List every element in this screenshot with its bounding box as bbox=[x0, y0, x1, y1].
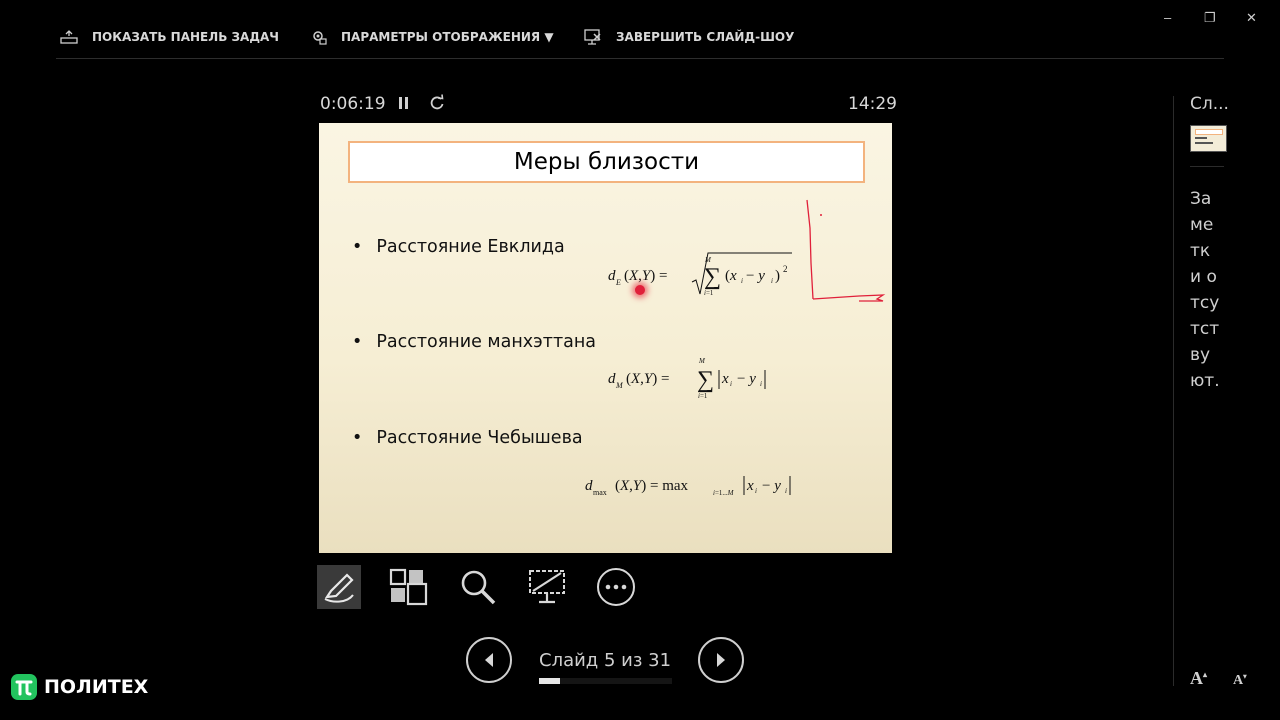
svg-text:∑: ∑ bbox=[697, 367, 714, 393]
svg-text:x: x bbox=[721, 371, 729, 387]
pause-timer-button[interactable] bbox=[397, 95, 411, 116]
svg-text:d: d bbox=[608, 268, 616, 284]
decrease-font-button[interactable]: A▾ bbox=[1233, 672, 1247, 689]
svg-text:E: E bbox=[615, 278, 621, 287]
svg-text:i=1: i=1 bbox=[704, 289, 714, 297]
svg-text:i=1...M: i=1...M bbox=[713, 489, 735, 497]
svg-text:i: i bbox=[785, 487, 787, 495]
svg-text:− y: − y bbox=[762, 478, 781, 494]
svg-text:M: M bbox=[615, 381, 624, 390]
next-slide-thumbnail[interactable] bbox=[1190, 125, 1227, 152]
pen-tool-button[interactable] bbox=[317, 565, 361, 609]
svg-text:i: i bbox=[755, 487, 757, 495]
chebyshev-formula: d max (X,Y) = max i=1...M x i − y i bbox=[585, 476, 791, 497]
svg-text:i: i bbox=[730, 380, 732, 388]
arrow-left-icon bbox=[485, 653, 493, 667]
font-increase-icon: A▴ bbox=[1190, 668, 1208, 688]
end-slideshow-label: ЗАВЕРШИТЬ СЛАЙД-ШОУ bbox=[616, 30, 795, 44]
current-slide[interactable]: Меры близости Расстояние Евклида Расстоя… bbox=[319, 123, 892, 553]
svg-text:i=1: i=1 bbox=[698, 392, 708, 400]
svg-text:): ) bbox=[775, 268, 780, 284]
svg-text:M: M bbox=[704, 256, 712, 264]
restore-button[interactable]: ❐ bbox=[1204, 10, 1216, 26]
slide-title: Меры близости bbox=[348, 141, 865, 183]
laser-pointer bbox=[635, 285, 645, 295]
bullet-manhattan: Расстояние манхэттана bbox=[352, 332, 596, 352]
restart-timer-button[interactable] bbox=[428, 94, 446, 117]
panel-divider bbox=[1173, 96, 1174, 686]
display-settings-icon bbox=[313, 31, 327, 45]
elapsed-timer: 0:06:19 bbox=[320, 94, 386, 114]
thumb-line bbox=[1195, 142, 1213, 144]
svg-text:i: i bbox=[741, 277, 743, 285]
zoom-button[interactable] bbox=[456, 565, 500, 609]
see-all-slides-button[interactable] bbox=[386, 565, 430, 609]
toolbar-divider bbox=[56, 58, 1224, 59]
bullet-euclid: Расстояние Евклида bbox=[352, 237, 564, 257]
svg-text:− y: − y bbox=[737, 371, 756, 387]
svg-text:(x: (x bbox=[725, 268, 737, 284]
pause-icon bbox=[399, 97, 408, 109]
svg-text:M: M bbox=[698, 357, 706, 365]
display-settings-button[interactable]: ПАРАМЕТРЫ ОТОБРАЖЕНИЯ ▼ bbox=[311, 26, 554, 48]
pen-icon bbox=[324, 573, 354, 603]
arrow-right-icon bbox=[717, 653, 725, 667]
screen-off-icon bbox=[529, 570, 565, 604]
thumb-line bbox=[1195, 137, 1207, 139]
close-button[interactable]: ✕ bbox=[1246, 10, 1257, 26]
magnifier-icon bbox=[461, 570, 496, 605]
next-slide-label: Сл... bbox=[1190, 94, 1229, 114]
more-icon bbox=[597, 568, 635, 606]
euclid-formula: d E (X,Y) = M ∑ i=1 (x i − y i ) 2 bbox=[608, 252, 792, 297]
slide-progress bbox=[539, 678, 672, 684]
speaker-notes: Заметки отсутствуют. bbox=[1190, 189, 1220, 391]
svg-text:i: i bbox=[760, 380, 762, 388]
thumb-title bbox=[1195, 129, 1223, 135]
black-screen-button[interactable] bbox=[525, 565, 569, 609]
previous-slide-button[interactable] bbox=[466, 637, 512, 683]
minimize-button[interactable]: – bbox=[1164, 10, 1171, 25]
svg-text:d: d bbox=[608, 371, 616, 387]
svg-text:i: i bbox=[771, 277, 773, 285]
brand-logo: ПОЛИТЕХ bbox=[10, 673, 148, 701]
svg-text:(X,Y) =: (X,Y) = bbox=[624, 268, 667, 284]
slide-progress-fill bbox=[539, 678, 561, 684]
notes-divider bbox=[1190, 166, 1224, 167]
end-slideshow-button[interactable]: ЗАВЕРШИТЬ СЛАЙД-ШОУ bbox=[584, 26, 794, 48]
slide-counter: Слайд 5 из 31 bbox=[539, 650, 672, 671]
svg-text:(X,Y) = max: (X,Y) = max bbox=[615, 478, 689, 494]
svg-text:(X,Y) =: (X,Y) = bbox=[626, 371, 669, 387]
svg-text:− y: − y bbox=[746, 268, 765, 284]
svg-text:max: max bbox=[593, 488, 607, 497]
brand-name: ПОЛИТЕХ bbox=[44, 676, 149, 698]
bullet-chebyshev: Расстояние Чебышева bbox=[352, 428, 582, 448]
manhattan-formula: d M (X,Y) = M ∑ i=1 x i − y i bbox=[608, 357, 766, 400]
end-slideshow-icon bbox=[584, 29, 601, 45]
restart-icon bbox=[430, 94, 444, 110]
politech-logo-icon bbox=[11, 674, 37, 700]
show-taskbar-button[interactable]: ПОКАЗАТЬ ПАНЕЛЬ ЗАДАЧ bbox=[60, 26, 279, 48]
slides-grid-icon bbox=[389, 568, 428, 606]
more-options-button[interactable] bbox=[594, 565, 638, 609]
taskbar-icon bbox=[60, 30, 78, 44]
svg-text:∑: ∑ bbox=[704, 264, 721, 290]
next-slide-button[interactable] bbox=[698, 637, 744, 683]
svg-text:d: d bbox=[585, 478, 593, 494]
font-decrease-icon: A▾ bbox=[1233, 672, 1247, 688]
ink-annotation bbox=[806, 199, 886, 302]
clock: 14:29 bbox=[848, 94, 897, 114]
svg-text:x: x bbox=[746, 478, 754, 494]
show-taskbar-label: ПОКАЗАТЬ ПАНЕЛЬ ЗАДАЧ bbox=[92, 30, 280, 44]
svg-text:2: 2 bbox=[783, 264, 788, 274]
increase-font-button[interactable]: A▴ bbox=[1190, 668, 1207, 689]
display-settings-label: ПАРАМЕТРЫ ОТОБРАЖЕНИЯ ▼ bbox=[341, 30, 554, 44]
